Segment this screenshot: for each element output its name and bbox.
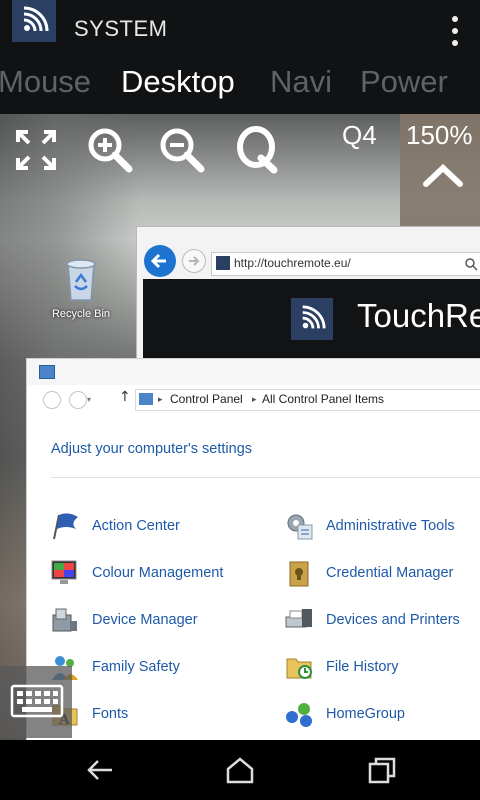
recycle-bin-label: Recycle Bin bbox=[51, 308, 111, 320]
control-panel-titlebar bbox=[27, 359, 480, 385]
wifi-logo-icon bbox=[12, 0, 56, 42]
tab-mouse[interactable]: Mouse bbox=[0, 64, 91, 100]
cp-item-homegroup[interactable]: HomeGroup bbox=[284, 697, 405, 731]
breadcrumb-all-items[interactable]: All Control Panel Items bbox=[262, 392, 384, 406]
cp-item-label: Fonts bbox=[92, 706, 129, 722]
control-panel-nav: ▾ ↑ ▸ Control Panel ▸ All Control Panel … bbox=[27, 385, 480, 415]
overflow-menu-icon[interactable] bbox=[450, 16, 460, 46]
divider bbox=[51, 477, 480, 478]
app-title: SYSTEM bbox=[74, 16, 168, 41]
quality-icon[interactable] bbox=[234, 124, 282, 174]
back-button[interactable] bbox=[43, 391, 61, 409]
breadcrumb[interactable]: ▸ Control Panel ▸ All Control Panel Item… bbox=[135, 389, 480, 411]
cp-item-credential-manager[interactable]: Credential Manager bbox=[284, 556, 453, 590]
recycle-bin-icon bbox=[66, 259, 96, 301]
back-arrow-icon[interactable] bbox=[84, 756, 116, 784]
chevron-down-icon[interactable]: ▾ bbox=[87, 395, 103, 411]
home-icon[interactable] bbox=[224, 756, 256, 784]
quality-level: Q4 bbox=[342, 120, 377, 150]
zoom-out-icon[interactable] bbox=[158, 126, 206, 174]
cp-item-action-center[interactable]: Action Center bbox=[50, 509, 180, 543]
tab-power[interactable]: Power bbox=[360, 64, 448, 100]
view-toolbar: Q4 150% bbox=[0, 114, 480, 187]
flag-icon bbox=[50, 511, 80, 541]
cp-item-label: Credential Manager bbox=[326, 565, 454, 581]
mode-tabs: Mouse Desktop Navi Power bbox=[0, 62, 480, 114]
cp-item-colour-management[interactable]: Colour Management bbox=[50, 556, 223, 590]
cp-item-devices-and-printers[interactable]: Devices and Printers bbox=[284, 603, 460, 637]
cp-item-label: HomeGroup bbox=[326, 706, 405, 722]
browser-page: TouchRemote bbox=[143, 279, 480, 367]
tab-desktop[interactable]: Desktop bbox=[121, 64, 235, 100]
recent-apps-icon[interactable] bbox=[366, 756, 398, 784]
site-favicon-icon bbox=[216, 256, 230, 270]
device-manager-icon bbox=[50, 605, 80, 635]
browser-window[interactable]: http://touchremote.eu/ TouchRemote bbox=[136, 226, 480, 368]
cp-item-label: Device Manager bbox=[92, 612, 198, 628]
printer-icon bbox=[284, 605, 314, 635]
keyboard-icon bbox=[10, 684, 64, 718]
tab-navi[interactable]: Navi bbox=[270, 64, 332, 100]
cp-item-administrative-tools[interactable]: Administrative Tools bbox=[284, 509, 455, 543]
forward-button[interactable] bbox=[69, 391, 87, 409]
homegroup-icon bbox=[284, 699, 314, 729]
control-panel-icon bbox=[139, 393, 153, 405]
cp-item-label: Administrative Tools bbox=[326, 518, 455, 534]
zoom-in-icon[interactable] bbox=[86, 126, 134, 174]
search-icon[interactable] bbox=[464, 256, 478, 271]
arrow-up-icon[interactable]: ↑ bbox=[119, 389, 131, 405]
chevron-right-icon: ▸ bbox=[158, 394, 163, 404]
file-history-icon bbox=[284, 652, 314, 682]
cp-item-device-manager[interactable]: Device Manager bbox=[50, 603, 198, 637]
page-title: Adjust your computer's settings bbox=[51, 441, 253, 457]
recycle-bin[interactable]: Recycle Bin bbox=[46, 256, 116, 320]
browser-forward-button[interactable] bbox=[182, 249, 206, 273]
remote-desktop-view[interactable]: Q4 150% Recycle Bin http://touchremote.e… bbox=[0, 114, 480, 740]
cp-item-label: Action Center bbox=[92, 518, 180, 534]
wifi-logo-icon bbox=[291, 298, 333, 340]
app-bar: SYSTEM bbox=[0, 0, 480, 62]
credential-manager-icon bbox=[284, 558, 314, 588]
fullscreen-icon[interactable] bbox=[14, 128, 62, 176]
cp-item-file-history[interactable]: File History bbox=[284, 650, 399, 684]
zoom-level: 150% bbox=[406, 120, 473, 150]
system-nav-bar bbox=[0, 740, 480, 800]
browser-back-button[interactable] bbox=[144, 245, 176, 277]
chevron-up-icon[interactable] bbox=[420, 160, 466, 190]
chevron-right-icon: ▸ bbox=[252, 394, 257, 404]
colour-management-icon bbox=[50, 558, 80, 588]
keyboard-button[interactable] bbox=[0, 666, 72, 738]
arrow-left-icon bbox=[150, 253, 166, 269]
breadcrumb-control-panel[interactable]: Control Panel bbox=[170, 392, 243, 406]
admin-tools-icon bbox=[284, 511, 314, 541]
cp-item-label: Colour Management bbox=[92, 565, 224, 581]
site-title: TouchRemote bbox=[357, 297, 480, 334]
cp-item-label: Devices and Printers bbox=[326, 612, 460, 628]
arrow-right-icon bbox=[189, 256, 200, 266]
cp-item-label: Family Safety bbox=[92, 659, 180, 675]
browser-address-bar[interactable]: http://touchremote.eu/ bbox=[211, 252, 480, 276]
control-panel-icon bbox=[39, 365, 55, 379]
cp-item-label: File History bbox=[326, 659, 399, 675]
browser-url: http://touchremote.eu/ bbox=[234, 256, 351, 270]
